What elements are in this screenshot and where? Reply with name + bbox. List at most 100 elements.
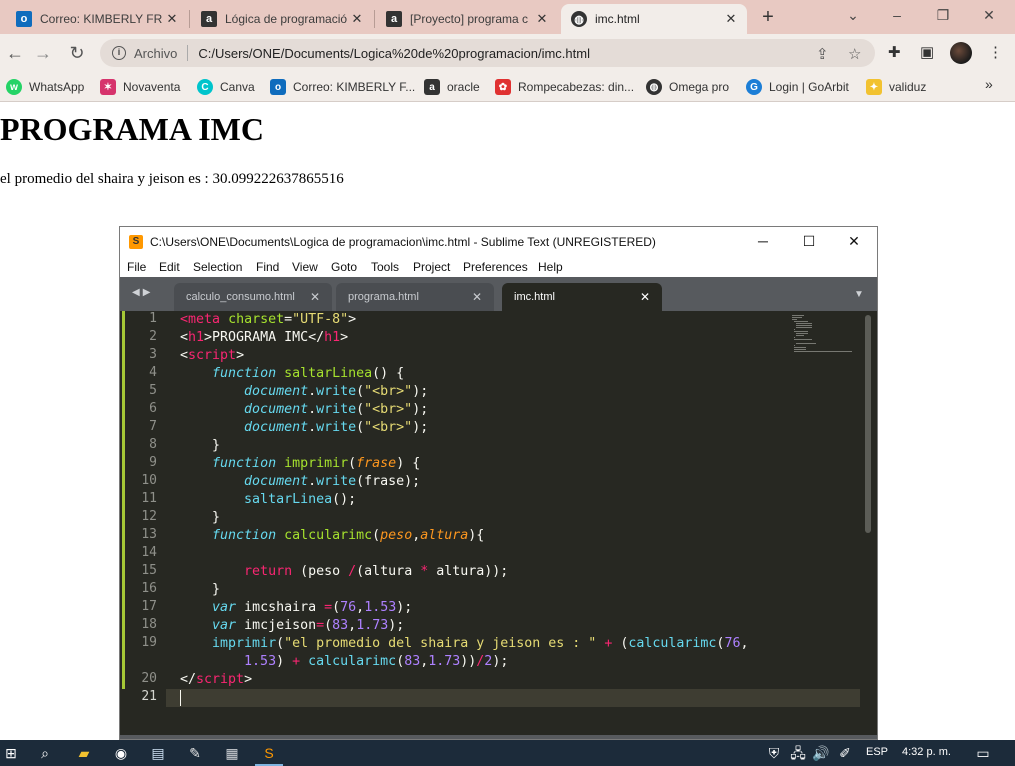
side-panel-icon[interactable]: ▣: [920, 43, 934, 61]
code-line[interactable]: document.write("<br>");: [180, 383, 428, 401]
address-url[interactable]: C:/Users/ONE/Documents/Logica%20de%20pro…: [198, 46, 590, 61]
menu-dots-icon[interactable]: ⋮: [988, 43, 1003, 61]
menu-help[interactable]: Help: [538, 260, 563, 274]
menu-view[interactable]: View: [292, 260, 318, 274]
close-icon[interactable]: ✕: [310, 290, 320, 304]
bookmark-novaventa[interactable]: ✶ Novaventa: [100, 77, 180, 97]
minimize-icon[interactable]: –: [874, 4, 920, 26]
volume-icon[interactable]: 🔊: [812, 744, 830, 762]
close-icon[interactable]: ✕: [349, 11, 365, 27]
close-window-icon[interactable]: ✕: [839, 233, 869, 250]
minimize-icon[interactable]: ─: [748, 233, 778, 249]
clock[interactable]: 4:32 p. m.: [902, 746, 951, 758]
share-icon[interactable]: ⇪: [816, 45, 829, 63]
maximize-icon[interactable]: ☐: [794, 233, 824, 250]
code-line[interactable]: <h1>PROGRAMA IMC</h1>: [180, 329, 348, 347]
sublime-title-bar[interactable]: S C:\Users\ONE\Documents\Logica de progr…: [120, 227, 877, 257]
code-line[interactable]: }: [180, 581, 220, 599]
menu-file[interactable]: File: [127, 260, 146, 274]
bookmarks-more-button[interactable]: »: [985, 76, 993, 92]
code-line[interactable]: saltarLinea();: [180, 491, 356, 509]
restore-icon[interactable]: ❐: [920, 4, 966, 26]
forward-arrow-icon[interactable]: →: [30, 41, 56, 65]
menu-find[interactable]: Find: [256, 260, 279, 274]
close-window-icon[interactable]: ✕: [966, 4, 1012, 26]
menu-preferences[interactable]: Preferences: [463, 260, 528, 274]
windows-start-icon[interactable]: ⊞: [2, 744, 20, 762]
code-line[interactable]: function calcularimc(peso,altura){: [180, 527, 484, 545]
line-number: 2: [149, 329, 157, 344]
close-icon[interactable]: ✕: [723, 11, 739, 27]
extensions-puzzle-icon[interactable]: ✚: [888, 43, 901, 61]
menu-goto[interactable]: Goto: [331, 260, 357, 274]
tab-dropdown-icon[interactable]: ▼: [854, 289, 864, 300]
code-line[interactable]: var imcjeison=(83,1.73);: [180, 617, 404, 635]
code-line[interactable]: var imcshaira =(76,1.53);: [180, 599, 412, 617]
browser-tab-correo[interactable]: o Correo: KIMBERLY FR - ✕: [6, 4, 188, 34]
code-line[interactable]: }: [180, 437, 220, 455]
code-line[interactable]: function imprimir(frase) {: [180, 455, 420, 473]
paint-icon[interactable]: ✎: [186, 744, 204, 762]
line-number: 15: [141, 563, 157, 578]
close-icon[interactable]: ✕: [534, 11, 550, 27]
back-arrow-icon[interactable]: ←: [2, 41, 28, 65]
editor-tab-calculo-consumo[interactable]: calculo_consumo.html ✕: [174, 283, 332, 311]
code-line[interactable]: function saltarLinea() {: [180, 365, 404, 383]
bookmark-correo[interactable]: o Correo: KIMBERLY F...: [270, 77, 415, 97]
file-explorer-icon[interactable]: ▰: [75, 744, 93, 762]
info-icon[interactable]: i: [112, 46, 126, 60]
close-icon[interactable]: ✕: [640, 290, 650, 304]
code-line[interactable]: }: [180, 509, 220, 527]
code-line[interactable]: imprimir("el promedio del shaira y jeiso…: [180, 635, 748, 653]
calculator-icon[interactable]: ▦: [223, 744, 241, 762]
minimap[interactable]: [792, 315, 862, 353]
editor-tab-programa[interactable]: programa.html ✕: [336, 283, 494, 311]
notepad-icon[interactable]: ▤: [149, 744, 167, 762]
new-tab-button[interactable]: +: [757, 6, 779, 28]
star-icon[interactable]: ☆: [848, 45, 861, 63]
reload-icon[interactable]: ↻: [64, 41, 90, 65]
search-icon[interactable]: ⌕: [36, 744, 54, 762]
input-language[interactable]: ESP: [866, 746, 888, 758]
bookmark-rompecabezas[interactable]: ✿ Rompecabezas: din...: [495, 77, 634, 97]
browser-tab-proyecto[interactable]: a [Proyecto] programa c ✕: [376, 4, 558, 34]
bookmark-oracle[interactable]: a oracle: [424, 77, 480, 97]
close-icon[interactable]: ✕: [164, 11, 180, 27]
code-line[interactable]: document.write("<br>");: [180, 401, 428, 419]
close-icon[interactable]: ✕: [472, 290, 482, 304]
menu-edit[interactable]: Edit: [159, 260, 180, 274]
code-line[interactable]: document.write(frase);: [180, 473, 420, 491]
bookmark-canva[interactable]: C Canva: [197, 77, 255, 97]
code-line[interactable]: 1.53) + calcularimc(83,1.73))/2);: [180, 653, 508, 671]
a-logo-icon: a: [424, 79, 440, 95]
bookmark-omega[interactable]: ◍ Omega pro: [646, 77, 729, 97]
browser-tab-logica[interactable]: a Lógica de programació ✕: [191, 4, 373, 34]
code-line[interactable]: document.write("<br>");: [180, 419, 428, 437]
code-editor[interactable]: 1 2 3 4 5 6 7 8 9 10 11 12 13 14 15 16 1…: [120, 311, 877, 739]
bookmark-goarbit[interactable]: G Login | GoArbit: [746, 77, 849, 97]
editor-tab-imc[interactable]: imc.html ✕: [502, 283, 662, 311]
line-number: 16: [141, 581, 157, 596]
line-number: 13: [141, 527, 157, 542]
address-bar[interactable]: i Archivo C:/Users/ONE/Documents/Logica%…: [100, 39, 875, 67]
code-line[interactable]: </script>: [180, 671, 252, 689]
code-line[interactable]: return (peso /(altura * altura));: [180, 563, 508, 581]
code-line[interactable]: <meta charset="UTF-8">: [180, 311, 356, 329]
menu-tools[interactable]: Tools: [371, 260, 399, 274]
browser-tab-imc[interactable]: ◍ imc.html ✕: [561, 4, 747, 34]
bookmark-whatsapp[interactable]: w WhatsApp: [6, 77, 84, 97]
tab-scroll-arrows-icon[interactable]: ◀▶: [132, 287, 153, 298]
network-icon[interactable]: 🖧: [789, 744, 807, 762]
menu-project[interactable]: Project: [413, 260, 450, 274]
chevron-down-icon[interactable]: ⌄: [830, 4, 876, 26]
code-line[interactable]: <script>: [180, 347, 244, 365]
sublime-taskbar-icon[interactable]: S: [260, 744, 278, 762]
profile-avatar[interactable]: [950, 42, 972, 64]
security-shield-icon[interactable]: ⛨: [765, 744, 783, 762]
pen-input-icon[interactable]: ✐: [836, 744, 854, 762]
vertical-scrollbar[interactable]: [865, 315, 871, 533]
chrome-icon[interactable]: ◉: [112, 744, 130, 762]
menu-selection[interactable]: Selection: [193, 260, 242, 274]
notifications-icon[interactable]: ▭: [974, 744, 992, 762]
bookmark-validuz[interactable]: ✦ validuz: [866, 77, 926, 97]
